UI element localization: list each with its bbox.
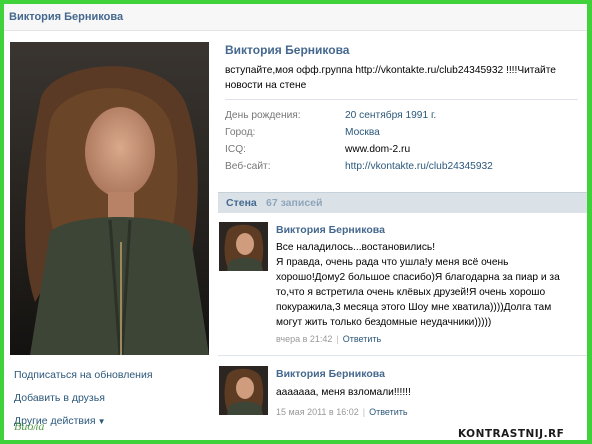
info-label-website: Веб-сайт: <box>225 161 271 172</box>
profile-status: вступайте,моя офф.группа http://vkontakt… <box>225 63 578 95</box>
title-bar: Виктория Берникова <box>4 4 587 31</box>
post-line: хорошо!Дому2 большое спасибо)Я благодарн… <box>276 272 560 283</box>
post-text: Все наладилось...востановились! Я правда… <box>276 240 581 330</box>
post-text: ааааааа, меня взломали!!!!!! <box>276 385 581 400</box>
info-label-icq: ICQ: <box>225 144 246 155</box>
wall-label: Стена <box>226 197 257 209</box>
status-line-1: вступайте,моя офф.группа http://vkontakt… <box>225 65 556 76</box>
post-line: покуражила,3 месяца этого Шоу мне хватил… <box>276 302 552 313</box>
post-line: то,что я встретила очень клёвых друзей!Я… <box>276 287 546 298</box>
reply-link[interactable]: Ответить <box>369 407 407 417</box>
post-line: Все наладилось...востановились! <box>276 242 436 253</box>
status-line-2: новости на стене <box>225 80 307 91</box>
post-meta: вчера в 21:42 | Ответить <box>276 334 382 344</box>
wall-count: 67 записей <box>266 197 323 209</box>
post-avatar[interactable] <box>219 222 268 271</box>
profile-name: Виктория Берникова <box>225 43 350 57</box>
post-avatar-image <box>219 366 268 415</box>
info-value-website[interactable]: http://vkontakte.ru/club24345932 <box>345 161 493 172</box>
info-value-birthday[interactable]: 20 сентября 1991 г. <box>345 110 436 121</box>
info-value-city[interactable]: Москва <box>345 127 380 138</box>
info-label-birthday: День рождения: <box>225 110 301 121</box>
post-line: Я правда, очень рада что ушла!у меня всё… <box>276 257 509 268</box>
window-title: Виктория Берникова <box>9 11 124 23</box>
wall-header[interactable]: Стена 67 записей <box>218 192 587 213</box>
post-line: могут жить только бездомные неудачники))… <box>276 317 492 328</box>
profile-photo[interactable] <box>10 42 209 355</box>
post-time[interactable]: вчера в 21:42 <box>276 334 332 344</box>
info-value-icq: www.dom-2.ru <box>345 144 411 155</box>
post-avatar[interactable] <box>219 366 268 415</box>
site-watermark: KONTRASTNIJ.RF <box>455 428 568 440</box>
profile-divider <box>225 99 578 100</box>
subscribe-link[interactable]: Подписаться на обновления <box>14 369 153 381</box>
post-line: ааааааа, меня взломали!!!!!! <box>276 387 411 398</box>
post-avatar-image <box>219 222 268 271</box>
post-author[interactable]: Виктория Берникова <box>276 368 385 380</box>
profile-photo-image <box>10 42 209 355</box>
post-meta: 15 мая 2011 в 16:02 | Ответить <box>276 407 408 417</box>
post-author[interactable]: Виктория Берникова <box>276 224 385 236</box>
post-separator <box>218 355 587 356</box>
reply-link[interactable]: Ответить <box>343 334 381 344</box>
info-label-city: Город: <box>225 127 256 138</box>
chevron-down-icon: ▼ <box>97 417 106 426</box>
add-friend-link[interactable]: Добавить в друзья <box>14 392 105 404</box>
post-time[interactable]: 15 мая 2011 в 16:02 <box>276 407 359 417</box>
left-watermark: Виола <box>14 419 45 433</box>
